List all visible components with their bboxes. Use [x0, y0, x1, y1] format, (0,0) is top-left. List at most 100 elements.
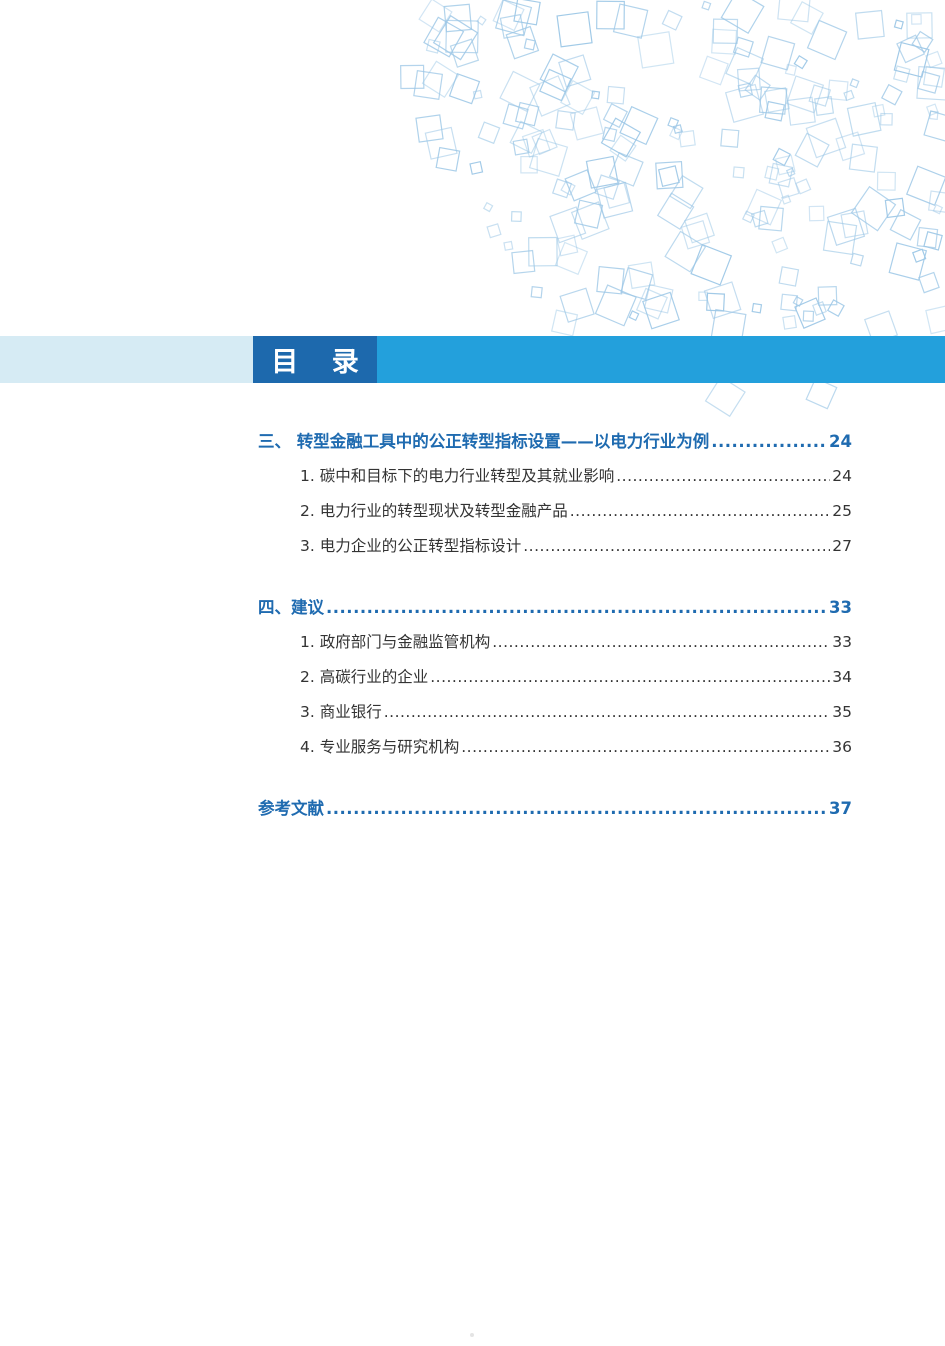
decor-square: [556, 11, 593, 48]
toc-item-title: 1. 碳中和目标下的电力行业转型及其就业影响: [300, 467, 615, 485]
toc-page-number: 24: [829, 432, 852, 451]
decor-square: [469, 160, 484, 175]
decor-square: [486, 223, 502, 239]
decor-square: [400, 64, 425, 90]
toc-item-3-2[interactable]: 2. 电力行业的转型现状及转型金融产品 25: [258, 494, 852, 529]
decor-square: [806, 19, 848, 61]
decor-square: [794, 132, 830, 168]
decor-square: [698, 55, 729, 86]
page-title: 目 录: [253, 336, 377, 383]
toc-item-3-1[interactable]: 1. 碳中和目标下的电力行业转型及其就业影响 24: [258, 459, 852, 494]
decor-square: [477, 121, 501, 145]
toc-leader-dots: [711, 424, 827, 459]
decor-square: [424, 126, 458, 160]
decor-square: [684, 212, 715, 244]
decor-square: [892, 65, 911, 83]
toc-item-title: 2. 高碳行业的企业: [300, 668, 429, 686]
decor-square: [808, 205, 825, 222]
decor-square: [550, 309, 579, 337]
toc-page-number: 33: [832, 633, 852, 651]
decor-square: [849, 252, 864, 267]
decor-square: [888, 242, 928, 281]
decor-square: [706, 292, 726, 312]
decor-square: [570, 201, 610, 241]
toc-section-4[interactable]: 四、建议 33: [258, 590, 852, 625]
toc-leader-dots: [384, 695, 831, 730]
toc-item-title: 2. 电力行业的转型现状及转型金融产品: [300, 502, 568, 520]
decor-square: [781, 194, 792, 205]
decor-square: [802, 310, 815, 322]
toc-leader-dots: [326, 590, 827, 625]
decor-square: [669, 174, 704, 210]
toc-leader-dots: [326, 791, 827, 826]
toc-section-3[interactable]: 三、 转型金融工具中的公正转型指标设置——以电力行业为例 24: [258, 424, 852, 459]
decor-square: [657, 165, 680, 188]
decor-square: [849, 78, 860, 89]
decor-square: [556, 234, 579, 257]
decor-square: [772, 147, 792, 167]
decor-square: [822, 220, 858, 256]
decor-square: [871, 103, 886, 118]
decor-square: [916, 226, 939, 249]
decor-square: [843, 89, 855, 102]
table-of-contents: 三、 转型金融工具中的公正转型指标设置——以电力行业为例 24 1. 碳中和目标…: [258, 424, 852, 826]
decor-square: [893, 19, 904, 30]
decor-square: [918, 271, 940, 294]
decor-square: [585, 155, 619, 189]
toc-references[interactable]: 参考文献 37: [258, 791, 852, 826]
decor-square: [917, 70, 941, 94]
toc-leader-dots: [523, 529, 830, 564]
decor-square: [876, 171, 896, 191]
decor-square: [656, 192, 695, 230]
decor-square: [510, 211, 522, 222]
toc-page-number: 35: [832, 703, 852, 721]
decor-square: [505, 25, 540, 60]
decor-square: [725, 46, 765, 86]
decor-square: [785, 75, 825, 114]
decor-square: [854, 9, 885, 40]
decor-square: [435, 146, 461, 172]
toc-item-title: 3. 商业银行: [300, 703, 382, 721]
decor-square: [415, 114, 444, 143]
decor-square: [511, 249, 536, 275]
decor-square: [846, 101, 882, 137]
decor-square: [539, 53, 579, 93]
decor-square: [922, 65, 945, 88]
decor-square: [932, 203, 944, 215]
header-band-right: [377, 336, 945, 383]
decor-square: [758, 205, 784, 232]
decor-square: [720, 0, 765, 35]
decor-square: [889, 208, 922, 241]
decor-square: [520, 156, 538, 174]
toc-leader-dots: [492, 625, 830, 660]
toc-item-title: 1. 政府部门与金融监管机构: [300, 633, 491, 651]
decor-square: [530, 286, 543, 299]
toc-item-4-4[interactable]: 4. 专业服务与研究机构 36: [258, 730, 852, 765]
toc-page-number: 36: [832, 738, 852, 756]
toc-item-3-3[interactable]: 3. 电力企业的公正转型指标设计 27: [258, 529, 852, 564]
decor-square: [732, 166, 745, 179]
decor-square: [482, 201, 494, 213]
decor-square: [835, 131, 866, 162]
toc-item-4-1[interactable]: 1. 政府部门与金融监管机构 33: [258, 625, 852, 660]
footer-dot: [470, 1333, 474, 1337]
decor-square: [636, 31, 675, 69]
decor-square: [594, 284, 637, 327]
decor-square: [503, 240, 514, 251]
decor-square: [523, 38, 536, 51]
decor-square: [782, 314, 798, 330]
decor-square: [778, 266, 800, 287]
decor-square: [425, 38, 441, 54]
toc-item-title: 3. 电力企业的公正转型指标设计: [300, 537, 522, 555]
toc-page-number: 33: [829, 598, 852, 617]
toc-leader-dots: [570, 494, 831, 529]
decor-square: [910, 13, 922, 25]
decor-square: [612, 3, 649, 39]
toc-page-number: 37: [829, 799, 852, 818]
toc-item-4-2[interactable]: 2. 高碳行业的企业 34: [258, 660, 852, 695]
toc-item-4-3[interactable]: 3. 商业银行 35: [258, 695, 852, 730]
toc-leader-dots: [616, 459, 830, 494]
decor-square: [925, 103, 939, 117]
decor-square: [905, 165, 945, 206]
